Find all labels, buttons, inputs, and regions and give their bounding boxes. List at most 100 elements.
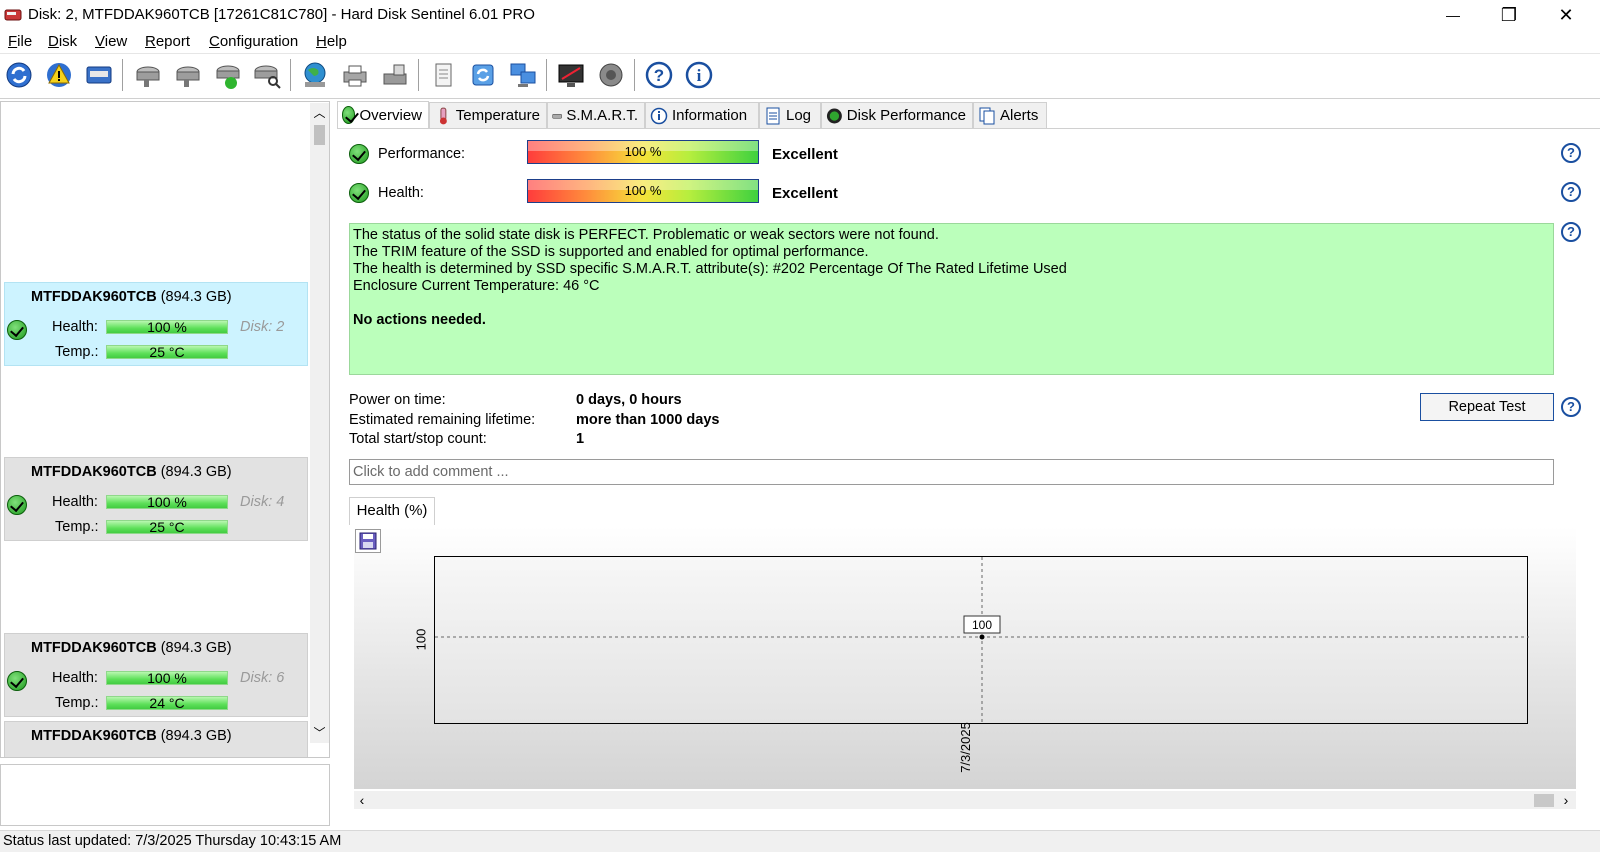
disk-number: Disk: 2 [240, 319, 285, 335]
menu-view[interactable]: View [95, 33, 127, 50]
temp-bar: 25 °C [106, 520, 228, 534]
network-icon[interactable] [506, 58, 540, 92]
disk-size: (894.3 GB) [160, 289, 232, 305]
temp-bar: 24 °C [106, 696, 228, 710]
scroll-left-icon[interactable]: ‹ [354, 791, 370, 809]
startstop-label: Total start/stop count: [349, 431, 487, 447]
scroll-thumb[interactable] [1534, 794, 1554, 807]
performance-rating: Excellent [772, 146, 838, 163]
health-bar: 100 % [527, 179, 759, 203]
tab-alerts[interactable]: Alerts [973, 102, 1047, 128]
scanner-icon[interactable] [378, 58, 412, 92]
scroll-up-icon[interactable]: ︿ [310, 103, 329, 123]
minimize-button[interactable]: — [1425, 0, 1481, 30]
disk-search-icon[interactable] [250, 58, 284, 92]
health-label: Health: [378, 185, 424, 201]
disk-number: Disk: 6 [240, 670, 285, 686]
scroll-down-icon[interactable]: ﹀ [310, 723, 329, 743]
status-line: Enclosure Current Temperature: 46 °C [353, 278, 600, 294]
tab-smart[interactable]: S.M.A.R.T. [547, 102, 645, 128]
svg-text:i: i [697, 66, 702, 85]
disk-icon [552, 113, 563, 119]
svg-text:?: ? [654, 66, 664, 85]
repeat-test-button[interactable]: Repeat Test [1420, 393, 1554, 421]
chart-horizontal-scrollbar[interactable]: ‹ › [354, 791, 1576, 809]
data-point [979, 634, 985, 640]
help-icon[interactable]: ? [1561, 397, 1581, 417]
close-button[interactable]: ✕ [1538, 0, 1594, 30]
performance-label: Performance: [378, 146, 466, 162]
menu-help[interactable]: Help [316, 33, 347, 50]
tab-overview[interactable]: Overview [337, 101, 429, 128]
health-bar: 100 % [106, 671, 228, 685]
tab-log[interactable]: Log [759, 102, 821, 128]
disk-check-icon[interactable] [210, 58, 244, 92]
sound-icon[interactable] [594, 58, 628, 92]
monitor-icon[interactable] [554, 58, 588, 92]
help-icon[interactable]: ? [1561, 222, 1581, 242]
help-icon[interactable]: ? [642, 58, 676, 92]
tab-information[interactable]: Information [645, 102, 759, 128]
menu-disk[interactable]: Disk [48, 33, 77, 50]
health-rating: Excellent [772, 185, 838, 202]
performance-ok-icon [349, 144, 369, 164]
tab-disk-performance[interactable]: Disk Performance [821, 102, 973, 128]
disk-number: Disk: 4 [240, 494, 285, 510]
title-bar: Disk: 2, MTFDDAK960TCB [17261C81C780] - … [0, 0, 1600, 30]
menu-file[interactable]: File [8, 33, 32, 50]
window-title: Disk: 2, MTFDDAK960TCB [17261C81C780] - … [28, 6, 535, 23]
health-ok-icon [7, 671, 27, 691]
scroll-right-icon[interactable]: › [1558, 791, 1574, 809]
disk-size: (894.3 GB) [160, 728, 232, 744]
scroll-thumb[interactable] [314, 125, 325, 145]
disk-drive-icon[interactable] [82, 58, 116, 92]
status-line: The status of the solid state disk is PE… [353, 227, 939, 243]
disk-card[interactable]: MTFDDAK960TCB (894.3 GB) Health: 100 % D… [4, 633, 308, 717]
refresh-icon[interactable] [2, 58, 36, 92]
disk-test-2-icon[interactable] [170, 58, 204, 92]
health-ok-icon [7, 320, 27, 340]
temp-label: Temp.: [55, 519, 99, 535]
health-ok-icon [349, 183, 369, 203]
temp-label: Temp.: [55, 344, 99, 360]
toolbar: ? i [0, 55, 1600, 99]
lifetime-label: Estimated remaining lifetime: [349, 412, 536, 428]
info-icon[interactable]: i [682, 58, 716, 92]
disk-model: MTFDDAK960TCB [31, 289, 157, 305]
sync-icon[interactable] [466, 58, 500, 92]
help-icon[interactable]: ? [1561, 182, 1581, 202]
power-on-label: Power on time: [349, 392, 446, 408]
y-tick-label: 100 [413, 628, 429, 651]
status-bar: Status last updated: 7/3/2025 Thursday 1… [0, 830, 1600, 852]
disk-card[interactable]: MTFDDAK960TCB (894.3 GB) Health: 100 % D… [4, 282, 308, 366]
health-label: Health: [52, 670, 98, 686]
data-label: 100 [963, 615, 1001, 634]
disk-test-icon[interactable] [130, 58, 164, 92]
status-line: The health is determined by SSD specific… [353, 261, 1067, 277]
health-bar: 100 % [106, 495, 228, 509]
disk-size: (894.3 GB) [160, 640, 232, 656]
performance-bar: 100 % [527, 140, 759, 164]
tab-temperature[interactable]: Temperature [429, 102, 547, 128]
save-icon[interactable] [355, 529, 381, 553]
globe-icon[interactable] [298, 58, 332, 92]
printer-icon[interactable] [338, 58, 372, 92]
disk-model: MTFDDAK960TCB [31, 640, 157, 656]
disk-card[interactable]: MTFDDAK960TCB (894.3 GB) [4, 721, 308, 757]
x-tick-label: 7/3/2025 [957, 722, 973, 773]
alert-icon[interactable] [42, 58, 76, 92]
health-label: Health: [52, 319, 98, 335]
menu-report[interactable]: Report [145, 33, 190, 50]
help-icon[interactable]: ? [1561, 143, 1581, 163]
disk-card[interactable]: MTFDDAK960TCB (894.3 GB) Health: 100 % D… [4, 457, 308, 541]
menu-configuration[interactable]: Configuration [209, 33, 298, 50]
maximize-button[interactable]: ❐ [1481, 0, 1537, 30]
chart-tab-health[interactable]: Health (%) [349, 497, 435, 525]
close-icon: ✕ [1558, 4, 1574, 25]
comment-input[interactable] [349, 459, 1554, 485]
startstop-value: 1 [576, 431, 585, 447]
disk-list-scrollbar[interactable]: ︿ ﹀ [310, 103, 329, 743]
disk-model: MTFDDAK960TCB [31, 728, 157, 744]
report-icon[interactable] [426, 58, 460, 92]
temp-label: Temp.: [55, 695, 99, 711]
